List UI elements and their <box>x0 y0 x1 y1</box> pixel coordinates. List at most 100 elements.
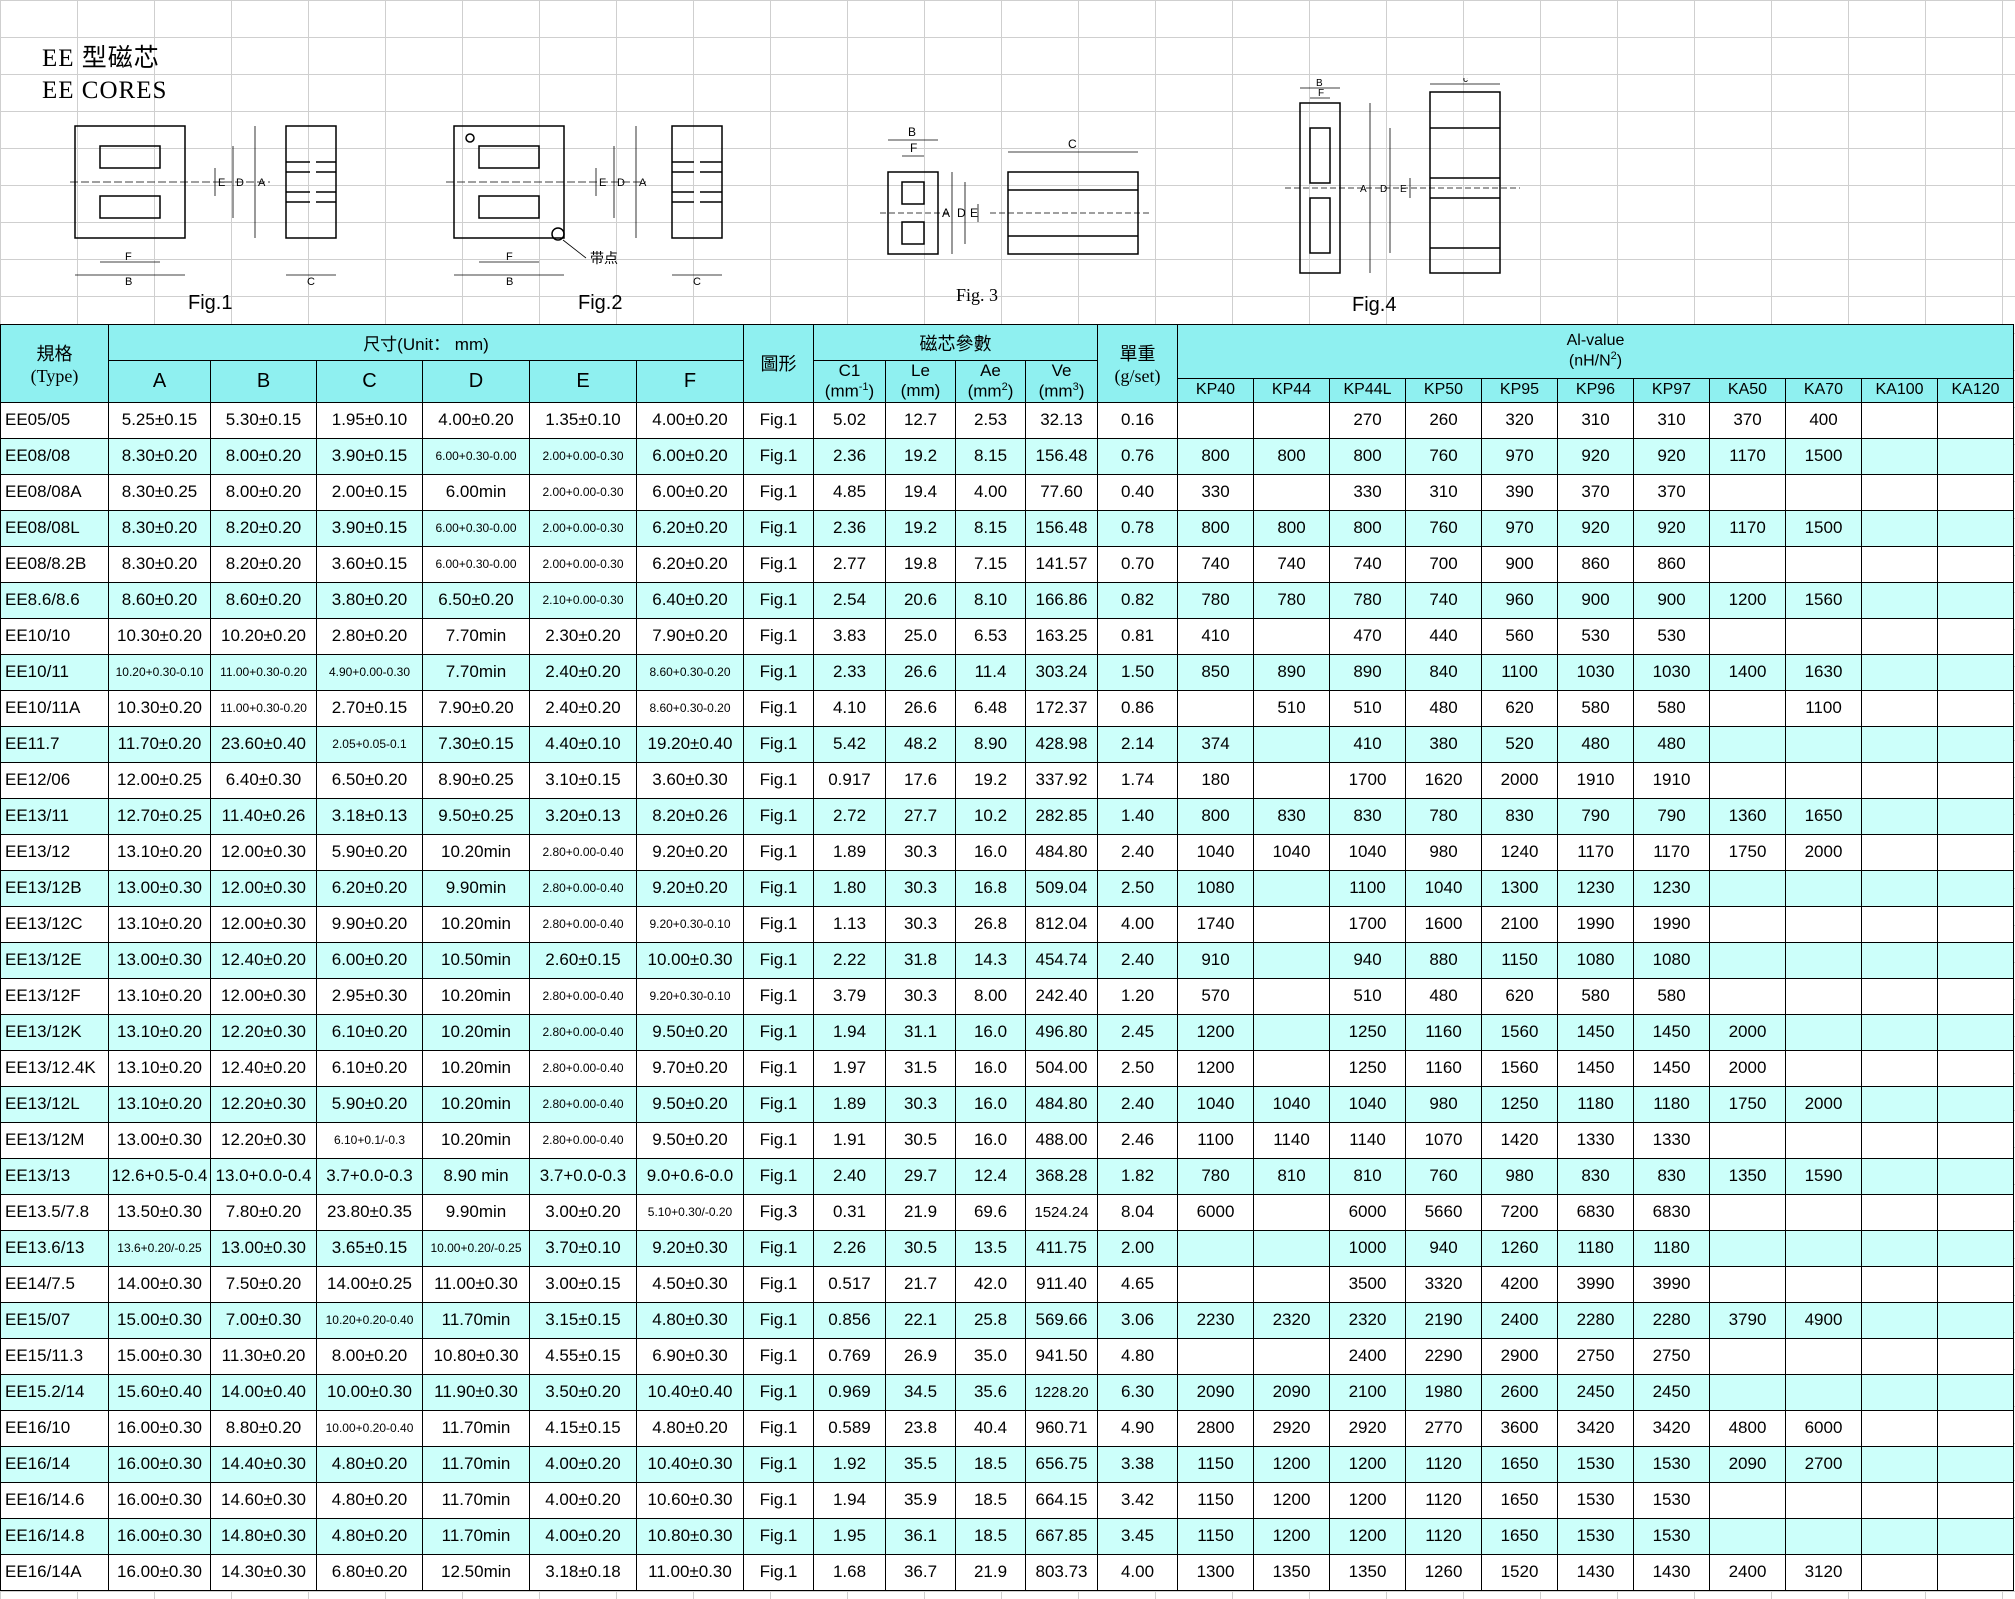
type-cell: EE13/12M <box>0 1121 109 1159</box>
table-cell: 1140 <box>1329 1121 1406 1159</box>
table-cell: 3.15±0.15 <box>529 1301 637 1339</box>
table-cell: 6000 <box>1785 1409 1862 1447</box>
table-cell <box>1709 977 1786 1015</box>
table-cell: 2700 <box>1785 1445 1862 1483</box>
table-cell: 6.80±0.20 <box>316 1553 423 1591</box>
table-cell: 4.80 <box>1097 1337 1178 1375</box>
table-cell: 26.9 <box>885 1337 956 1375</box>
table-cell: 19.2 <box>955 761 1026 799</box>
table-cell: 10.20min <box>422 1013 530 1051</box>
table-cell: 12.00±0.30 <box>210 905 317 943</box>
type-cell: EE13/11 <box>0 797 109 835</box>
table-row: EE13/12.4K 13.10±0.20 12.40±0.20 6.10±0.20 1… <box>0 1049 2014 1087</box>
table-cell <box>1937 509 2014 547</box>
table-cell: 8.60+0.30-0.20 <box>636 689 744 727</box>
table-cell: 6.00±0.20 <box>636 437 744 475</box>
table-cell <box>1937 1013 2014 1051</box>
svg-text:C: C <box>693 276 701 288</box>
table-cell: 1100 <box>1329 869 1406 907</box>
table-cell <box>1785 977 1862 1015</box>
table-cell: 9.90±0.20 <box>316 905 423 943</box>
table-cell <box>1937 941 2014 979</box>
table-cell: 920 <box>1633 437 1710 475</box>
table-cell: 1200 <box>1329 1481 1406 1519</box>
table-row: EE08/08L 8.30±0.20 8.20±0.20 3.90±0.15 6.00+… <box>0 509 2014 547</box>
table-cell: 1180 <box>1557 1229 1634 1267</box>
table-cell <box>1861 473 1938 511</box>
table-cell: 1.97 <box>813 1049 886 1087</box>
table-cell: 803.73 <box>1025 1553 1098 1591</box>
table-cell: 35.9 <box>885 1481 956 1519</box>
table-cell <box>1937 1337 2014 1375</box>
table-cell: 8.60±0.20 <box>108 581 211 619</box>
table-cell: 6.50±0.20 <box>422 581 530 619</box>
table-cell: 2.36 <box>813 509 886 547</box>
table-cell: Fig.1 <box>743 689 814 727</box>
svg-text:B: B <box>506 276 513 288</box>
table-cell: 13.50±0.30 <box>108 1193 211 1231</box>
table-cell <box>1253 1013 1330 1051</box>
table-cell: 8.90±0.25 <box>422 761 530 799</box>
table-cell: 11.70min <box>422 1517 530 1555</box>
table-cell: 1330 <box>1633 1121 1710 1159</box>
table-cell <box>1937 653 2014 691</box>
table-cell: 0.70 <box>1097 545 1178 583</box>
table-cell: 4.15±0.15 <box>529 1409 637 1447</box>
table-cell: 1040 <box>1253 1085 1330 1123</box>
table-cell: 6.00±0.20 <box>316 941 423 979</box>
type-cell: EE13.5/7.8 <box>0 1193 109 1231</box>
table-cell: 1.92 <box>813 1445 886 1483</box>
header-dim-e: E <box>529 360 637 403</box>
table-cell: 1250 <box>1481 1085 1558 1123</box>
table-cell: 1170 <box>1633 833 1710 871</box>
header-material: KP96 <box>1557 377 1634 403</box>
table-cell: 1750 <box>1709 1085 1786 1123</box>
table-cell: 5.90±0.20 <box>316 833 423 871</box>
table-cell <box>1937 1085 2014 1123</box>
table-cell: 2920 <box>1329 1409 1406 1447</box>
table-cell <box>1861 1157 1938 1195</box>
table-cell: 8.30±0.25 <box>108 473 211 511</box>
table-cell: 1170 <box>1709 437 1786 475</box>
table-cell: 9.90min <box>422 1193 530 1231</box>
table-cell: 10.30±0.20 <box>108 617 211 655</box>
table-cell: 1260 <box>1405 1553 1482 1591</box>
table-cell: 156.48 <box>1025 437 1098 475</box>
table-cell <box>1861 617 1938 655</box>
table-cell: 3.60±0.30 <box>636 761 744 799</box>
table-cell <box>1937 977 2014 1015</box>
table-cell: 1180 <box>1557 1085 1634 1123</box>
table-cell: 1.82 <box>1097 1157 1178 1195</box>
title-en: EE CORES <box>42 77 168 104</box>
table-cell: 940 <box>1329 941 1406 979</box>
table-cell: 1100 <box>1481 653 1558 691</box>
table-cell: 1180 <box>1633 1085 1710 1123</box>
table-cell: 12.70±0.25 <box>108 797 211 835</box>
table-cell: Fig.1 <box>743 977 814 1015</box>
table-cell: 35.0 <box>955 1337 1026 1375</box>
table-cell: 31.5 <box>885 1049 956 1087</box>
table-cell: 6.00+0.30-0.00 <box>422 509 530 547</box>
table-cell: 11.00+0.30-0.20 <box>210 653 317 691</box>
table-cell: 9.50±0.20 <box>636 1013 744 1051</box>
table-cell <box>1937 1445 2014 1483</box>
table-cell: 15.60±0.40 <box>108 1373 211 1411</box>
type-cell: EE08/08L <box>0 509 109 547</box>
table-cell: 2090 <box>1253 1373 1330 1411</box>
table-cell: 5.02 <box>813 401 886 439</box>
table-cell: 2000 <box>1709 1013 1786 1051</box>
table-cell: 1.40 <box>1097 797 1178 835</box>
table-row: EE08/08A 8.30±0.25 8.00±0.20 2.00±0.15 6.00m… <box>0 473 2014 511</box>
table-row: EE15.2/14 15.60±0.40 14.00±0.40 10.00±0.30 1… <box>0 1373 2014 1411</box>
table-cell: 0.856 <box>813 1301 886 1339</box>
table-cell: 1430 <box>1557 1553 1634 1591</box>
table-cell: 40.4 <box>955 1409 1026 1447</box>
table-cell: 4.00 <box>955 473 1026 511</box>
table-cell: 1450 <box>1633 1013 1710 1051</box>
header-c1: C1 (mm-1) <box>813 360 886 403</box>
table-cell: 0.40 <box>1097 473 1178 511</box>
table-cell: 48.2 <box>885 725 956 763</box>
header-al-title: Al-value <box>1566 332 1625 350</box>
header-al-value: Al-value (nH/N2) <box>1177 324 2014 379</box>
table-cell: 13.5 <box>955 1229 1026 1267</box>
